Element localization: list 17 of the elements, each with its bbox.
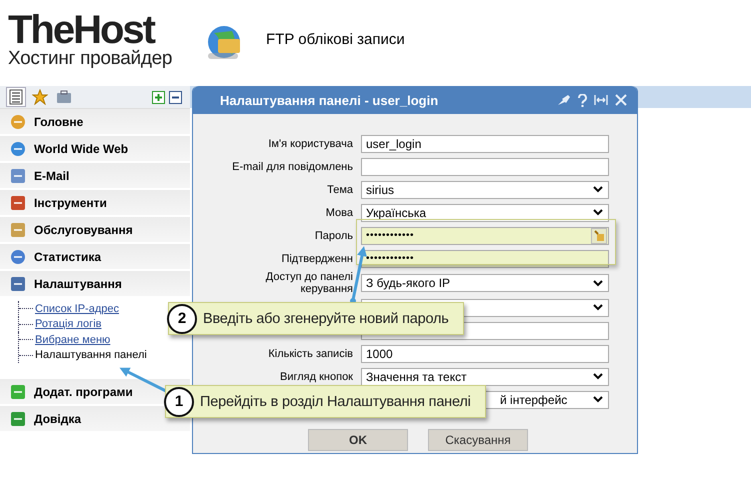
logo-text: TheHost xyxy=(8,10,154,50)
field-label: Пароль xyxy=(314,230,354,242)
step-number: 1 xyxy=(164,386,194,416)
step-number: 2 xyxy=(167,304,197,334)
field-label: Підтвердженн xyxy=(280,252,354,264)
logo-tagline: Хостинг провайдер xyxy=(8,48,174,70)
callout-text: Введіть або згенеруйте новий пароль xyxy=(203,310,449,326)
field-label: Кількість записів xyxy=(267,348,354,360)
dialog-title: Налаштування панелі - user_login xyxy=(220,92,438,108)
callout-text: Перейдіть в розділ Налаштування панелі xyxy=(200,394,471,410)
field-label: Мова xyxy=(324,206,354,218)
field-label: Доступ до панелі керування xyxy=(264,271,354,295)
field-label: E-mail для повідомлень xyxy=(231,160,354,172)
page-title: FTP облікові записи xyxy=(266,30,405,48)
field-label: Вигляд кнопок xyxy=(279,370,354,382)
field-label: Ім'я користувача xyxy=(267,138,354,150)
field-label: Тема xyxy=(326,184,354,196)
